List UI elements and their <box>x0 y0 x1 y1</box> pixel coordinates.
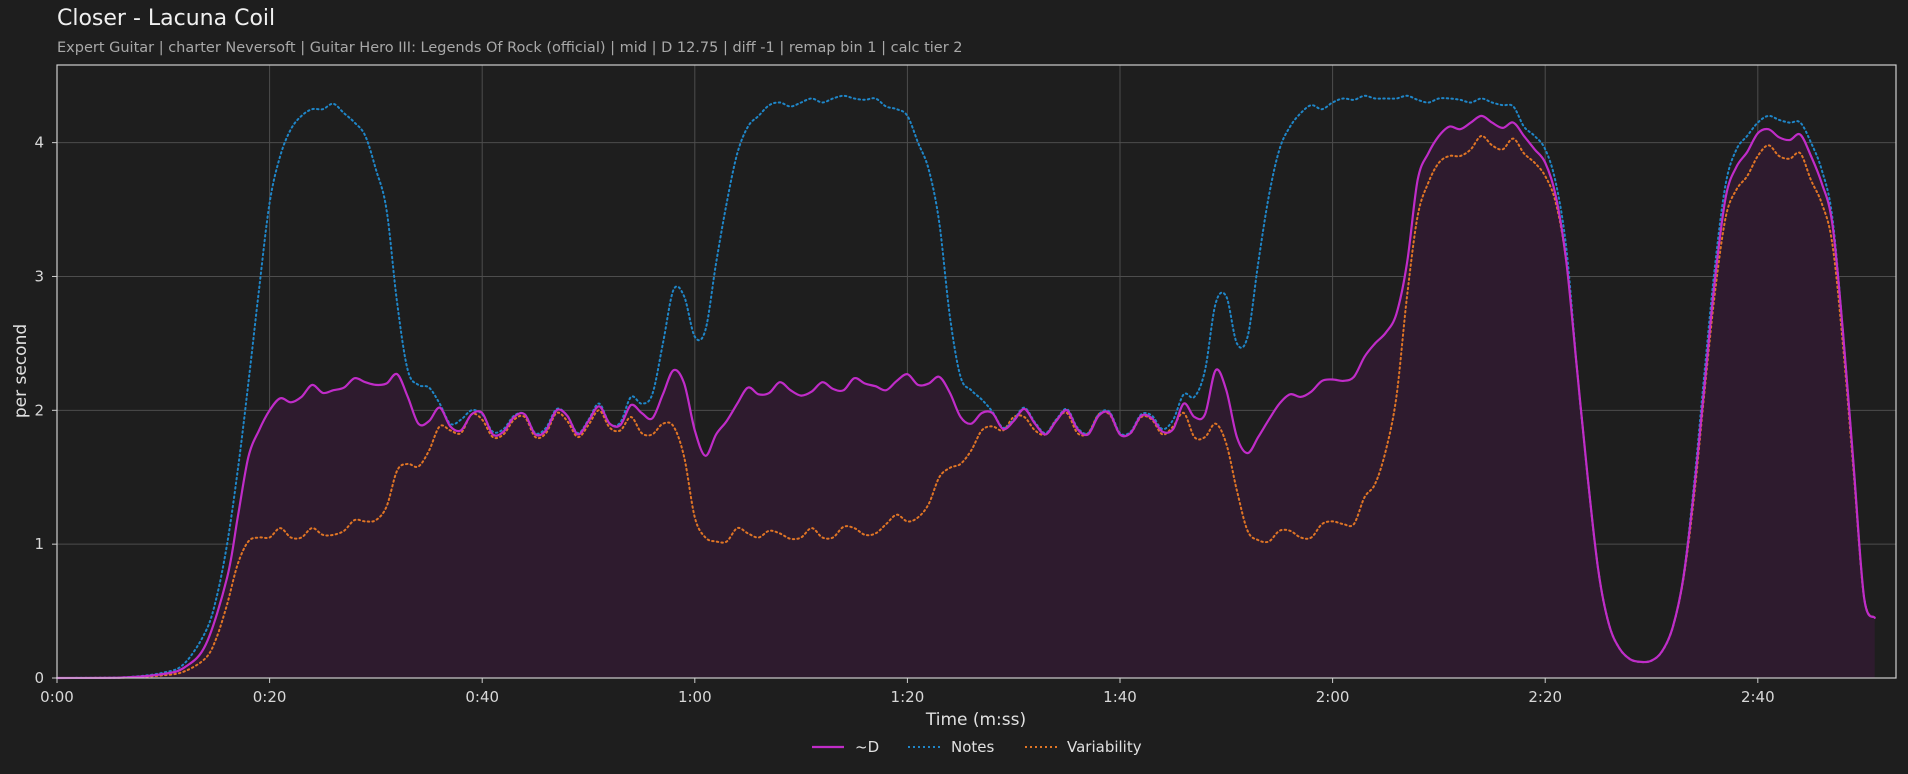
legend-label-variability: Variability <box>1067 738 1142 756</box>
y-tick-label: 4 <box>34 134 44 152</box>
x-axis-title: Time (m:ss) <box>925 710 1026 730</box>
x-tick-label: 2:40 <box>1741 688 1775 706</box>
x-tick-label: 0:40 <box>465 688 499 706</box>
legend-label-d: ~D <box>855 738 879 756</box>
y-axis-title: per second <box>11 324 31 418</box>
x-tick-label: 2:00 <box>1316 688 1350 706</box>
legend: ~D Notes Variability <box>812 738 1142 756</box>
y-tick-label: 1 <box>34 535 44 553</box>
x-tick-label: 0:00 <box>40 688 74 706</box>
x-tick-label: 0:20 <box>253 688 287 706</box>
x-tick-label: 1:00 <box>678 688 712 706</box>
x-tick-label: 1:40 <box>1103 688 1137 706</box>
y-tick-label: 0 <box>34 669 44 687</box>
y-tick-label: 3 <box>34 267 44 285</box>
x-tick-label: 2:20 <box>1528 688 1562 706</box>
y-tick-label: 2 <box>34 401 44 419</box>
x-tick-label: 1:20 <box>891 688 925 706</box>
legend-label-notes: Notes <box>951 738 995 756</box>
line-chart: 0:00 0:20 0:40 1:00 1:20 1:40 2:00 2:20 2:40 0 1 2 3… <box>11 64 1897 756</box>
